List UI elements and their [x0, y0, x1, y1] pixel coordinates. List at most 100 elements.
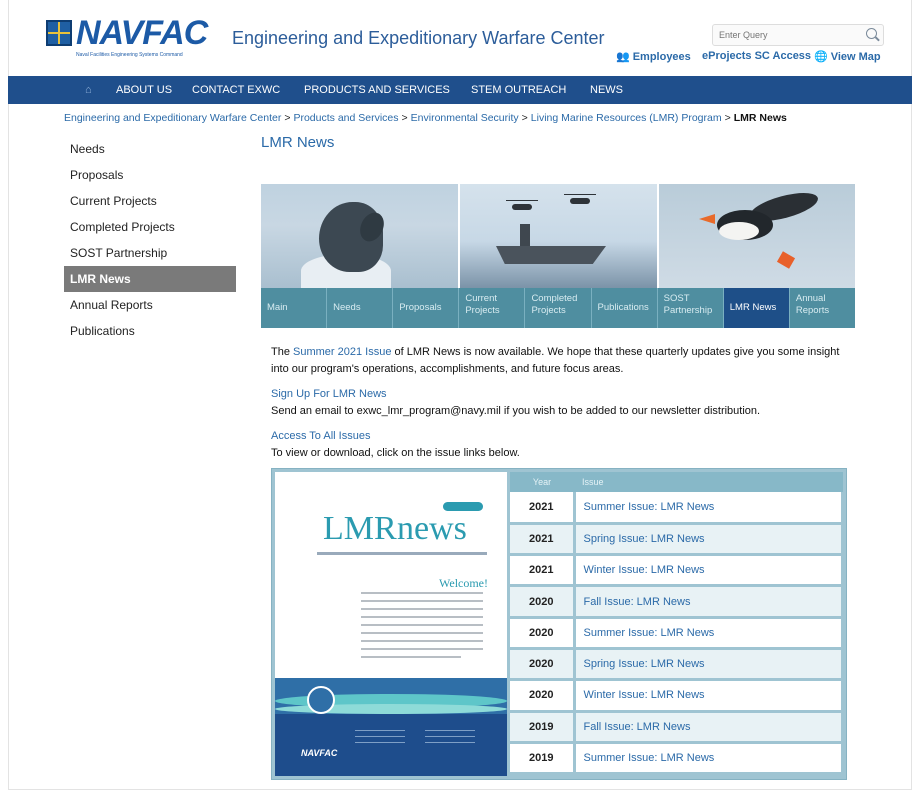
logo-emblem-icon — [46, 20, 72, 46]
page-title: LMR News — [261, 134, 335, 151]
table-row: 2020 Winter Issue: LMR News — [510, 679, 844, 713]
issue-column-header: Issue — [574, 472, 843, 492]
breadcrumb-item[interactable]: Engineering and Expeditionary Warfare Ce… — [64, 112, 281, 124]
whale-image — [261, 184, 458, 288]
view-map-link[interactable]: 🌐 View Map — [814, 50, 881, 63]
table-row: 2020 Spring Issue: LMR News — [510, 648, 844, 682]
table-row: 2021 Summer Issue: LMR News — [510, 492, 844, 525]
issue-link[interactable]: Winter Issue: LMR News — [574, 554, 844, 588]
issue-link[interactable]: Spring Issue: LMR News — [574, 648, 844, 682]
site-title[interactable]: Engineering and Expeditionary Warfare Ce… — [232, 28, 605, 49]
sidebar-item-needs[interactable]: Needs — [64, 136, 236, 162]
issue-link[interactable]: Winter Issue: LMR News — [574, 679, 844, 713]
sidebar-item-annual-reports[interactable]: Annual Reports — [64, 292, 236, 318]
eprojects-link[interactable]: eProjects SC Access — [702, 50, 811, 62]
access-section: Access To All Issues To view or download… — [271, 428, 855, 462]
breadcrumb-separator: > — [521, 112, 528, 124]
tab-main[interactable]: Main — [261, 288, 328, 328]
intro-paragraph: The Summer 2021 Issue of LMR News is now… — [271, 344, 855, 378]
year-cell: 2021 — [510, 492, 576, 525]
year-cell: 2019 — [510, 711, 576, 744]
employees-link[interactable]: 👥 Employees — [616, 50, 691, 63]
cover-footer-logo: NAVFAC — [301, 748, 338, 758]
tab-current-projects[interactable]: Current Projects — [459, 288, 526, 328]
sidebar-item-proposals[interactable]: Proposals — [64, 162, 236, 188]
sidebar-item-completed-projects[interactable]: Completed Projects — [64, 214, 236, 240]
nav-news[interactable]: NEWS — [590, 84, 623, 96]
banner-images — [261, 184, 855, 288]
table-row: 2021 Spring Issue: LMR News — [510, 523, 844, 557]
cover-lmr-text: LMR — [323, 510, 397, 547]
home-icon[interactable]: ⌂ — [85, 84, 92, 96]
nav-products-services[interactable]: PRODUCTS AND SERVICES — [304, 84, 450, 96]
table-header-row: Year Issue — [510, 472, 843, 492]
breadcrumb: Engineering and Expeditionary Warfare Ce… — [64, 112, 787, 124]
employees-label: Employees — [632, 51, 691, 63]
issue-link[interactable]: Fall Issue: LMR News — [574, 711, 844, 744]
logo-text: NAVFAC — [76, 14, 208, 52]
issue-link[interactable]: Spring Issue: LMR News — [574, 523, 844, 557]
sidebar-item-current-projects[interactable]: Current Projects — [64, 188, 236, 214]
issue-link[interactable]: Summer Issue: LMR News — [574, 742, 844, 776]
cover-news-text: news — [397, 510, 467, 547]
issue-link[interactable]: Summer Issue: LMR News — [574, 492, 844, 525]
nav-about-us[interactable]: ABOUT US — [116, 84, 172, 96]
access-text: To view or download, click on the issue … — [271, 447, 520, 459]
year-cell: 2021 — [510, 523, 576, 557]
sidebar-item-sost-partnership[interactable]: SOST Partnership — [64, 240, 236, 266]
signup-link[interactable]: Sign Up For LMR News — [271, 388, 387, 400]
tab-sost-partnership[interactable]: SOST Partnership — [658, 288, 724, 328]
year-cell: 2019 — [510, 742, 576, 776]
table-row: 2019 Fall Issue: LMR News — [510, 711, 844, 744]
sidebar-item-lmr-news[interactable]: LMR News — [64, 266, 236, 292]
section-tabs: Main Needs Proposals Current Projects Co… — [261, 288, 855, 328]
issue-link[interactable]: Fall Issue: LMR News — [574, 585, 844, 619]
breadcrumb-separator: > — [401, 112, 408, 124]
tab-proposals[interactable]: Proposals — [393, 288, 460, 328]
breadcrumb-current: LMR News — [733, 112, 787, 124]
issues-table: Year Issue 2021 Summer Issue: LMR News 20… — [510, 472, 844, 776]
breadcrumb-item[interactable]: Products and Services — [293, 112, 398, 124]
tab-needs[interactable]: Needs — [327, 288, 394, 328]
main-navbar: ⌂ ABOUT US CONTACT EXWC PRODUCTS AND SER… — [8, 76, 912, 104]
year-cell: 2020 — [510, 679, 576, 713]
breadcrumb-item[interactable]: Environmental Security — [411, 112, 519, 124]
table-row: 2020 Fall Issue: LMR News — [510, 585, 844, 619]
year-cell: 2021 — [510, 554, 576, 588]
table-row: 2020 Summer Issue: LMR News — [510, 617, 844, 650]
tab-publications[interactable]: Publications — [592, 288, 658, 328]
table-row: 2021 Winter Issue: LMR News — [510, 554, 844, 588]
issue-link[interactable]: Summer Issue: LMR News — [574, 617, 844, 650]
issues-panel: LMR news Welcome! NAVFAC Year Issue 2021… — [271, 468, 847, 780]
search-icon[interactable] — [866, 28, 877, 39]
table-row: 2019 Summer Issue: LMR News — [510, 742, 844, 776]
aircraft-carrier-image — [460, 184, 657, 288]
breadcrumb-separator: > — [284, 112, 291, 124]
year-cell: 2020 — [510, 617, 576, 650]
year-cell: 2020 — [510, 585, 576, 619]
breadcrumb-separator: > — [724, 112, 731, 124]
year-cell: 2020 — [510, 648, 576, 682]
view-map-label: View Map — [830, 51, 881, 63]
globe-icon: 🌐 — [814, 51, 828, 63]
nav-stem-outreach[interactable]: STEM OUTREACH — [471, 84, 566, 96]
search-input[interactable] — [719, 26, 849, 44]
sidebar: Needs Proposals Current Projects Complet… — [64, 136, 236, 344]
newsletter-cover-image[interactable]: LMR news Welcome! NAVFAC — [275, 472, 507, 776]
nav-contact-exwc[interactable]: CONTACT EXWC — [192, 84, 280, 96]
access-all-issues-link[interactable]: Access To All Issues — [271, 430, 370, 442]
tab-completed-projects[interactable]: Completed Projects — [525, 288, 592, 328]
search-box — [712, 24, 884, 46]
people-icon: 👥 — [616, 51, 630, 63]
intro-prefix: The — [271, 346, 294, 358]
puffin-image — [659, 184, 855, 288]
tab-annual-reports[interactable]: Annual Reports — [790, 288, 855, 328]
sidebar-item-publications[interactable]: Publications — [64, 318, 236, 344]
summer-2021-issue-link[interactable]: Summer 2021 Issue — [293, 346, 391, 358]
navfac-logo[interactable]: NAVFAC Naval Facilities Engineering Syst… — [46, 14, 218, 62]
eprojects-label: eProjects SC Access — [702, 50, 812, 62]
signup-section: Sign Up For LMR News Send an email to ex… — [271, 386, 855, 420]
tab-lmr-news[interactable]: LMR News — [723, 288, 790, 328]
logo-subtitle: Naval Facilities Engineering Systems Com… — [76, 52, 183, 58]
breadcrumb-item[interactable]: Living Marine Resources (LMR) Program — [531, 112, 722, 124]
